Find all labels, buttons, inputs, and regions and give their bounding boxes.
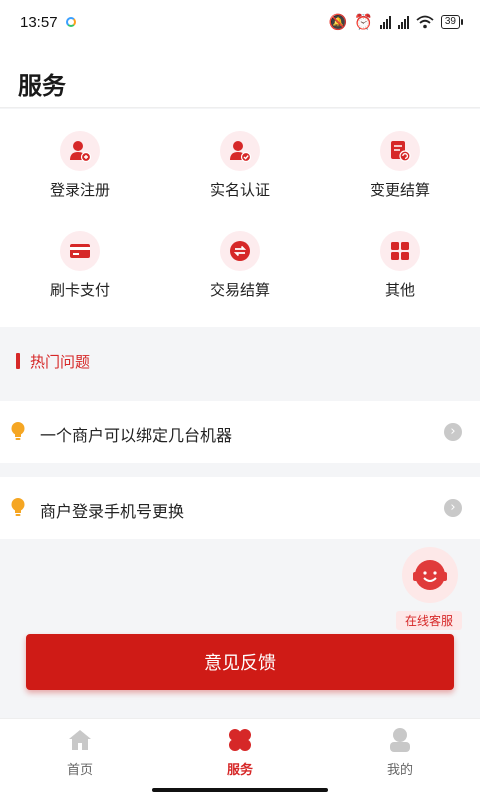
app-notification-icon	[65, 17, 76, 27]
service-label: 实名认证	[209, 181, 270, 199]
exchange-icon	[220, 231, 260, 271]
user-add-icon	[60, 131, 100, 171]
hot-questions-title: 热门问题	[30, 353, 91, 371]
headset-icon	[402, 547, 458, 603]
service-grid: 登录注册 实名认证 变更结算 刷卡支付 交易结算 其他	[0, 109, 480, 327]
status-bar: 13:57 🔕 ⏰ 39	[0, 0, 480, 44]
signal-hd-icon	[397, 15, 409, 29]
grid-icon	[380, 231, 420, 271]
service-real-name-auth[interactable]: 实名认证	[160, 109, 320, 209]
clock: 13:57	[20, 13, 58, 31]
tab-service[interactable]: 服务	[160, 719, 320, 789]
question-text: 商户登录手机号更换	[40, 502, 185, 521]
service-change-settlement[interactable]: 变更结算	[320, 109, 480, 209]
online-service-button[interactable]: 在线客服	[396, 545, 462, 633]
service-login-register[interactable]: 登录注册	[0, 109, 160, 209]
mute-icon: 🔕	[328, 13, 348, 31]
service-label: 交易结算	[209, 281, 270, 299]
service-transaction-settlement[interactable]: 交易结算	[160, 209, 320, 309]
tab-label: 服务	[226, 763, 253, 778]
alarm-icon: ⏰	[354, 13, 373, 31]
chevron-right-icon: ›	[444, 423, 462, 441]
signal-icon	[379, 15, 391, 29]
tab-label: 首页	[66, 763, 93, 778]
battery-icon: 39	[440, 15, 464, 29]
lightbulb-icon	[10, 497, 26, 523]
service-other[interactable]: 其他	[320, 209, 480, 309]
tab-home[interactable]: 首页	[0, 719, 160, 789]
page-header: 服务	[0, 44, 480, 108]
chevron-right-icon: ›	[444, 499, 462, 517]
question-text: 一个商户可以绑定几台机器	[40, 426, 233, 445]
question-item[interactable]: 商户登录手机号更换 ›	[0, 477, 480, 539]
lightbulb-icon	[10, 421, 26, 447]
wifi-icon	[416, 15, 434, 29]
document-change-icon	[380, 131, 420, 171]
tab-mine[interactable]: 我的	[320, 719, 480, 789]
card-icon	[60, 231, 100, 271]
home-indicator[interactable]	[152, 788, 328, 792]
clover-icon	[227, 727, 253, 753]
service-label: 变更结算	[369, 181, 430, 199]
service-label: 其他	[384, 281, 415, 299]
profile-icon	[388, 727, 412, 753]
service-label: 登录注册	[49, 181, 110, 199]
online-service-label: 在线客服	[396, 611, 462, 630]
feedback-button[interactable]: 意见反馈	[26, 634, 454, 690]
section-marker	[16, 353, 20, 369]
tab-label: 我的	[386, 763, 413, 778]
service-label: 刷卡支付	[49, 281, 110, 299]
question-item[interactable]: 一个商户可以绑定几台机器 ›	[0, 401, 480, 463]
user-verified-icon	[220, 131, 260, 171]
hot-questions-header: 热门问题	[0, 327, 480, 399]
page-title: 服务	[18, 72, 66, 100]
service-card-payment[interactable]: 刷卡支付	[0, 209, 160, 309]
home-icon	[67, 727, 93, 753]
